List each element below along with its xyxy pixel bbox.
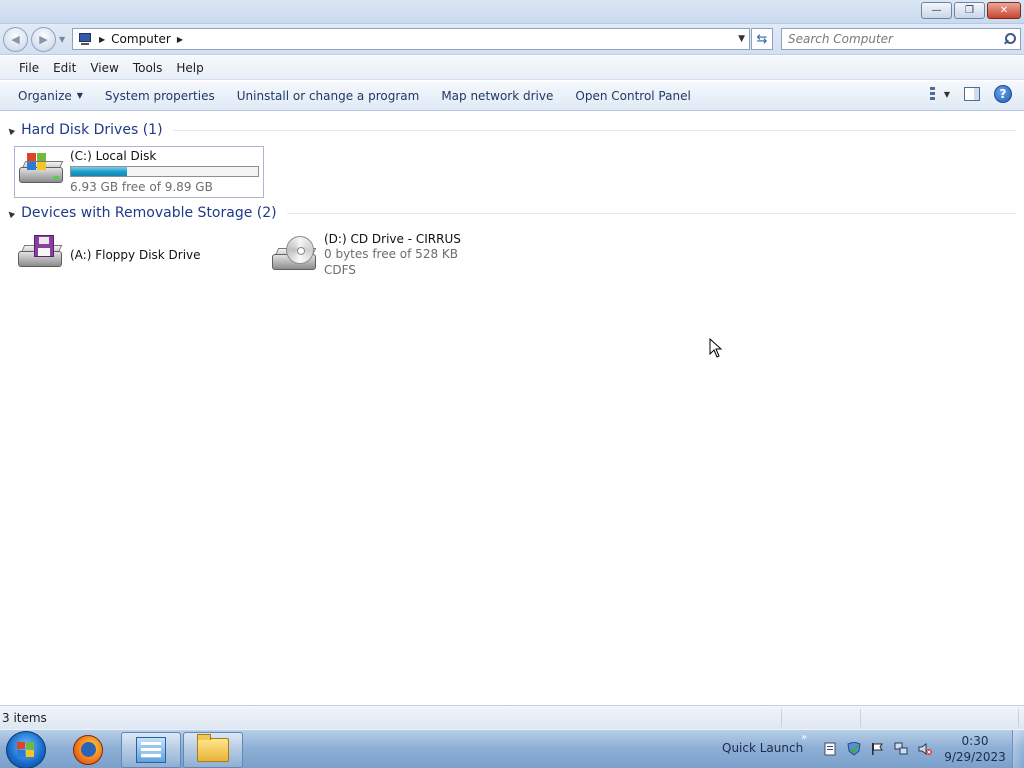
uninstall-program-button[interactable]: Uninstall or change a program [229, 84, 428, 108]
status-divider [1018, 709, 1019, 727]
volume-muted-icon[interactable] [918, 742, 932, 756]
control-panel-icon [136, 737, 166, 763]
drive-name: (A:) Floppy Disk Drive [70, 248, 201, 262]
refresh-button[interactable]: ⇆ [751, 28, 773, 50]
restore-button[interactable]: ❐ [954, 2, 985, 19]
address-dropdown-icon[interactable]: ▼ [738, 34, 745, 44]
title-bar: — ❐ ✕ [0, 0, 1024, 24]
system-properties-button[interactable]: System properties [97, 84, 223, 108]
map-network-drive-label: Map network drive [441, 88, 554, 103]
menu-bar: File Edit View Tools Help [0, 56, 1024, 80]
breadcrumb-chevron-icon[interactable]: ▶ [99, 35, 105, 44]
group-header-removable[interactable]: ◀ Devices with Removable Storage (2) [6, 205, 1016, 221]
show-desktop-button[interactable] [1012, 730, 1024, 768]
quick-launch-chevron-icon[interactable]: » [801, 732, 807, 743]
chevron-down-icon[interactable]: ▼ [944, 90, 950, 99]
mouse-cursor-icon [709, 338, 723, 358]
collapse-triangle-icon[interactable]: ◀ [6, 125, 17, 136]
floppy-drive-icon [16, 233, 66, 277]
breadcrumb-computer[interactable]: Computer [111, 32, 171, 46]
breadcrumb-chevron-icon[interactable]: ▶ [177, 35, 183, 44]
windows-logo-icon [27, 153, 47, 171]
navigation-bar: ◀ ▶ ▼ ▶ Computer ▶ ▼ ⇆ [0, 24, 1024, 55]
taskbar-explorer[interactable] [183, 732, 243, 768]
firefox-icon [73, 735, 103, 765]
status-divider [781, 709, 782, 727]
menu-tools[interactable]: Tools [126, 61, 170, 75]
organize-button[interactable]: Organize ▼ [10, 84, 91, 108]
drive-free-space: 6.93 GB free of 9.89 GB [70, 180, 213, 194]
close-button[interactable]: ✕ [987, 2, 1021, 19]
group-title: Hard Disk Drives (1) [21, 122, 163, 138]
security-shield-icon[interactable] [846, 742, 862, 756]
back-button[interactable]: ◀ [3, 27, 28, 52]
taskbar-clock[interactable]: 0:30 9/29/2023 [944, 733, 1006, 765]
hard-drive-icon [17, 149, 66, 193]
file-list: ◀ Hard Disk Drives (1) (C:) Local Disk 6… [0, 112, 1024, 704]
windows-logo-icon [17, 742, 35, 758]
collapse-triangle-icon[interactable]: ◀ [6, 208, 17, 219]
system-properties-label: System properties [104, 88, 215, 103]
drive-c-details: (C:) Local Disk 6.93 GB free of 9.89 GB [70, 149, 259, 197]
start-button[interactable] [6, 731, 46, 768]
uninstall-program-label: Uninstall or change a program [236, 88, 420, 103]
forward-button[interactable]: ▶ [31, 27, 56, 52]
drive-free-space: 0 bytes free of 528 KB [324, 247, 458, 261]
disk-usage-bar [70, 166, 259, 177]
map-network-drive-button[interactable]: Map network drive [433, 84, 561, 108]
drive-name: (D:) CD Drive - CIRRUS [324, 232, 461, 246]
taskbar-control-panel[interactable] [121, 732, 181, 768]
clipboard-icon[interactable] [823, 742, 837, 756]
network-icon[interactable] [894, 742, 908, 756]
menu-edit[interactable]: Edit [46, 61, 83, 75]
menu-view[interactable]: View [83, 61, 125, 75]
drive-a-tile[interactable]: (A:) Floppy Disk Drive [16, 232, 256, 278]
quick-launch-label[interactable]: Quick Launch [722, 741, 803, 755]
drive-d-details: (D:) CD Drive - CIRRUS 0 bytes free of 5… [324, 232, 461, 284]
window-controls: — ❐ ✕ [921, 2, 1021, 19]
drive-name: (C:) Local Disk [70, 149, 157, 163]
taskbar: Quick Launch » 0:30 9/29/2023 [0, 729, 1024, 768]
disk-usage-fill [71, 167, 128, 176]
folder-icon [197, 734, 229, 762]
cd-drive-icon [270, 236, 320, 280]
back-arrow-icon: ◀ [11, 33, 20, 46]
menu-file[interactable]: File [12, 61, 46, 75]
group-divider [172, 129, 1016, 131]
help-icon[interactable]: ? [994, 85, 1012, 103]
change-view-button[interactable]: ▼ [930, 85, 950, 103]
item-count: 3 items [2, 710, 47, 725]
minimize-button[interactable]: — [921, 2, 952, 19]
drive-c-tile[interactable]: (C:) Local Disk 6.93 GB free of 9.89 GB [14, 146, 264, 198]
recent-pages-dropdown[interactable]: ▼ [59, 35, 65, 44]
group-title: Devices with Removable Storage (2) [21, 205, 277, 221]
status-bar: 3 items [0, 705, 1024, 729]
group-divider [286, 212, 1016, 214]
search-input[interactable] [788, 30, 1002, 48]
status-divider [860, 709, 861, 727]
command-bar-right: ▼ ? [930, 85, 1012, 103]
command-bar: Organize ▼ System properties Uninstall o… [0, 81, 1024, 111]
clock-date: 9/29/2023 [944, 750, 1006, 764]
computer-icon [77, 32, 93, 46]
clock-time: 0:30 [961, 734, 989, 748]
open-control-panel-label: Open Control Panel [575, 88, 691, 103]
search-box[interactable] [781, 28, 1021, 50]
open-control-panel-button[interactable]: Open Control Panel [567, 84, 698, 108]
group-header-hard-disks[interactable]: ◀ Hard Disk Drives (1) [6, 122, 1016, 138]
drive-filesystem: CDFS [324, 263, 356, 277]
preview-pane-icon[interactable] [964, 87, 980, 101]
drive-d-tile[interactable]: (D:) CD Drive - CIRRUS 0 bytes free of 5… [270, 232, 510, 284]
taskbar-firefox[interactable] [58, 732, 118, 768]
view-tiles-icon [930, 87, 935, 100]
menu-help[interactable]: Help [169, 61, 210, 75]
address-bar[interactable]: ▶ Computer ▶ ▼ [72, 28, 750, 50]
refresh-icon: ⇆ [756, 31, 768, 47]
organize-label: Organize [18, 88, 72, 103]
search-icon[interactable] [1002, 32, 1016, 46]
chevron-down-icon: ▼ [76, 91, 83, 100]
forward-arrow-icon: ▶ [39, 33, 48, 46]
drive-a-details: (A:) Floppy Disk Drive [70, 248, 201, 262]
action-center-flag-icon[interactable] [870, 742, 884, 756]
